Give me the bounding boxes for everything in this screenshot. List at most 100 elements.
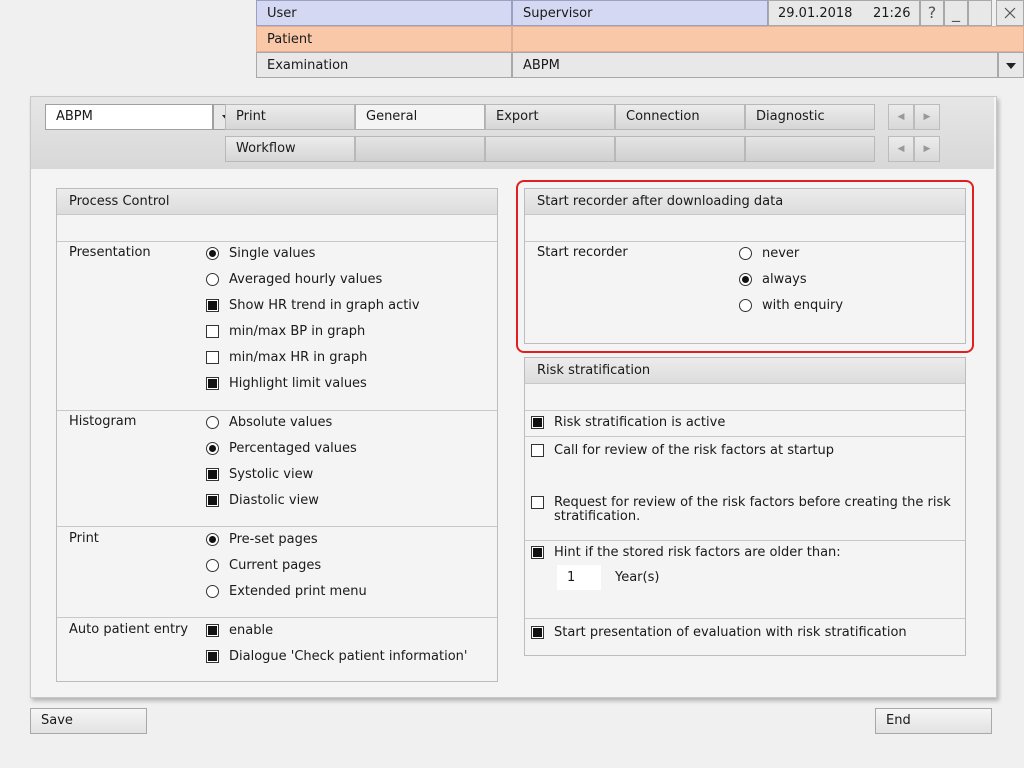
divider — [525, 410, 965, 411]
tab-strip: ABPM Print General Export Connection Dia… — [31, 97, 994, 169]
tab-empty — [615, 136, 745, 162]
extended-print-label: Extended print menu — [229, 584, 367, 599]
save-button[interactable]: Save — [30, 708, 147, 734]
auto-entry-enable-checkbox[interactable] — [206, 624, 219, 637]
startup-review-label: Call for review of the risk factors at s… — [554, 443, 835, 458]
minmax-hr-label: min/max HR in graph — [229, 350, 368, 365]
single-values-radio[interactable] — [206, 247, 219, 260]
module-select[interactable]: ABPM — [45, 104, 213, 130]
patient-value[interactable] — [512, 26, 1024, 52]
auto-entry-enable-label: enable — [229, 623, 274, 638]
tab-empty — [745, 136, 875, 162]
chevron-down-icon — [1006, 63, 1016, 69]
minmax-bp-label: min/max BP in graph — [229, 324, 366, 339]
absolute-values-label: Absolute values — [229, 415, 333, 430]
hr-trend-checkbox[interactable] — [206, 299, 219, 312]
help-icon[interactable]: ? — [920, 0, 944, 26]
tab-general[interactable]: General — [355, 104, 485, 130]
years-unit-label: Year(s) — [615, 570, 660, 585]
systolic-view-checkbox[interactable] — [206, 468, 219, 481]
tab-export[interactable]: Export — [485, 104, 615, 130]
hint-older-label: Hint if the stored risk factors are olde… — [554, 545, 841, 560]
end-button[interactable]: End — [875, 708, 992, 734]
tab-scroll-left-icon[interactable]: ◀ — [888, 104, 914, 130]
start-recorder-group: Start recorder after downloading data — [524, 188, 966, 344]
startup-review-checkbox[interactable] — [531, 444, 544, 457]
highlight-limits-checkbox[interactable] — [206, 377, 219, 390]
diastolic-view-checkbox[interactable] — [206, 494, 219, 507]
close-icon — [1004, 7, 1016, 19]
tab-scroll-right-icon[interactable]: ▶ — [914, 104, 940, 130]
averaged-hourly-radio[interactable] — [206, 273, 219, 286]
check-patient-dialogue-label: Dialogue 'Check patient information' — [229, 649, 468, 664]
examination-dropdown-button[interactable] — [998, 52, 1024, 78]
hr-trend-label: Show HR trend in graph activ — [229, 298, 420, 313]
tab-connection[interactable]: Connection — [615, 104, 745, 130]
tab-diagnostic[interactable]: Diagnostic — [745, 104, 875, 130]
recorder-never-radio[interactable] — [739, 247, 752, 260]
histogram-label: Histogram — [69, 414, 137, 429]
divider — [57, 526, 497, 527]
minmax-bp-checkbox[interactable] — [206, 325, 219, 338]
percentaged-values-label: Percentaged values — [229, 441, 357, 456]
recorder-always-radio[interactable] — [739, 273, 752, 286]
request-review-checkbox[interactable] — [531, 496, 544, 509]
risk-stratification-title: Risk stratification — [525, 358, 965, 384]
recorder-always-label: always — [762, 272, 807, 287]
averaged-hourly-label: Averaged hourly values — [229, 272, 383, 287]
examination-label: Examination — [256, 52, 512, 78]
divider — [57, 241, 497, 242]
tab-print[interactable]: Print — [225, 104, 355, 130]
auto-patient-entry-label: Auto patient entry — [69, 622, 189, 637]
risk-presentation-label: Start presentation of evaluation with ri… — [554, 625, 907, 640]
request-review-label-line2: stratification. — [554, 509, 641, 524]
recorder-enquiry-radio[interactable] — [739, 299, 752, 312]
tab-row2-scroll-left-icon[interactable]: ◀ — [888, 136, 914, 162]
preset-pages-radio[interactable] — [206, 533, 219, 546]
presentation-label: Presentation — [69, 245, 151, 260]
time-display: 21:26 — [873, 6, 911, 21]
tab-empty — [485, 136, 615, 162]
percentaged-values-radio[interactable] — [206, 442, 219, 455]
examination-select[interactable]: ABPM — [512, 52, 998, 78]
systolic-view-label: Systolic view — [229, 467, 314, 482]
datetime: 29.01.2018 21:26 — [768, 0, 920, 26]
request-review-label-line1: Request for review of the risk factors b… — [554, 495, 951, 510]
minmax-hr-checkbox[interactable] — [206, 351, 219, 364]
divider — [525, 241, 965, 242]
risk-active-label: Risk stratification is active — [554, 415, 726, 430]
years-input[interactable]: 1 — [557, 565, 601, 590]
close-button[interactable] — [996, 0, 1024, 26]
absolute-values-radio[interactable] — [206, 416, 219, 429]
hint-older-checkbox[interactable] — [531, 546, 544, 559]
restore-button[interactable] — [968, 0, 992, 26]
risk-presentation-checkbox[interactable] — [531, 626, 544, 639]
divider — [525, 436, 965, 437]
recorder-never-label: never — [762, 246, 800, 261]
process-control-group: Process Control — [56, 188, 498, 682]
tab-empty — [355, 136, 485, 162]
preset-pages-label: Pre-set pages — [229, 532, 318, 547]
tab-workflow[interactable]: Workflow — [225, 136, 355, 162]
divider — [525, 618, 965, 619]
extended-print-radio[interactable] — [206, 585, 219, 598]
minimize-icon[interactable]: _ — [944, 0, 968, 26]
tab-row2-scroll-right-icon[interactable]: ▶ — [914, 136, 940, 162]
start-recorder-label: Start recorder — [537, 245, 628, 260]
patient-label[interactable]: Patient — [256, 26, 512, 52]
divider — [57, 617, 497, 618]
user-label: User — [256, 0, 512, 26]
recorder-enquiry-label: with enquiry — [762, 298, 844, 313]
start-recorder-title: Start recorder after downloading data — [525, 189, 965, 215]
divider — [525, 540, 965, 541]
check-patient-dialogue-checkbox[interactable] — [206, 650, 219, 663]
highlight-limits-label: Highlight limit values — [229, 376, 367, 391]
current-pages-label: Current pages — [229, 558, 322, 573]
current-pages-radio[interactable] — [206, 559, 219, 572]
single-values-label: Single values — [229, 246, 316, 261]
date-display: 29.01.2018 — [778, 6, 853, 21]
risk-active-checkbox[interactable] — [531, 416, 544, 429]
process-control-title: Process Control — [57, 189, 497, 215]
divider — [57, 410, 497, 411]
print-label: Print — [69, 531, 99, 546]
